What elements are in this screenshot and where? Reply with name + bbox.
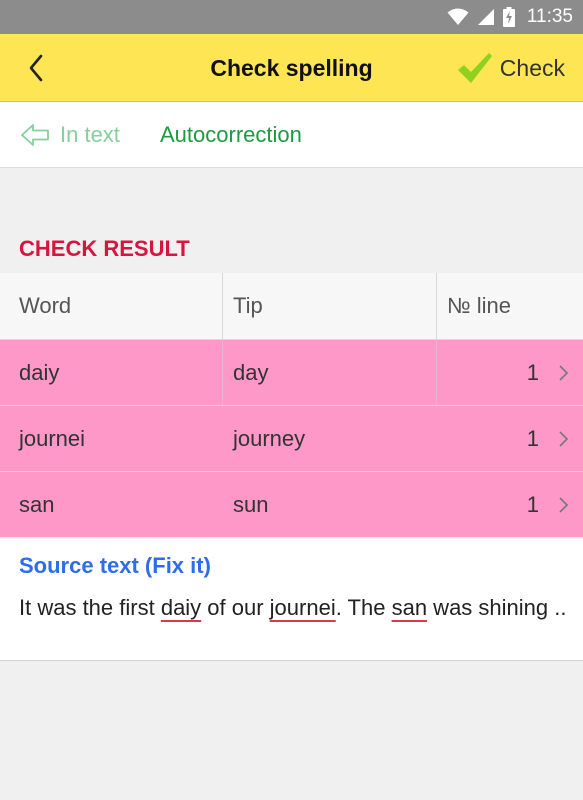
source-text-segment: . The (335, 595, 392, 620)
chevron-right-icon (559, 497, 569, 513)
source-text-panel: Source text (Fix it) It was the first da… (0, 539, 583, 661)
misspelled-word[interactable]: daiy (161, 595, 201, 620)
row-tip: journey (233, 425, 306, 451)
mode-tabs: In text Autocorrection (0, 102, 583, 168)
cell-signal-icon (477, 9, 494, 25)
check-button[interactable]: Check (456, 44, 565, 92)
status-bar: 11:35 (0, 0, 583, 34)
table-header: Word Tip № line (0, 273, 583, 339)
column-header-line: № line (447, 293, 511, 318)
app-toolbar: Check spelling Check (0, 34, 583, 102)
source-text-segment: was shining .. (427, 595, 567, 620)
tab-autocorrection[interactable]: Autocorrection (160, 114, 302, 156)
source-text-segment: It was the first (19, 595, 161, 620)
arrow-left-icon (21, 124, 49, 146)
column-header-tip: Tip (223, 273, 437, 339)
battery-charging-icon (502, 7, 515, 27)
tab-in-text-label: In text (60, 122, 120, 147)
misspelled-word[interactable]: journei (270, 595, 336, 620)
row-tip: sun (233, 491, 269, 517)
table-row[interactable]: san sun 1 (0, 471, 583, 537)
source-text-segment: of our (201, 595, 270, 620)
chevron-right-icon (559, 431, 569, 447)
check-result-title: CHECK RESULT (19, 236, 190, 261)
checkmark-icon (457, 53, 492, 83)
row-word: journei (19, 425, 86, 451)
row-tip: day (223, 340, 437, 405)
chevron-left-icon (29, 54, 43, 82)
status-time: 11:35 (526, 6, 573, 27)
row-word: daiy (0, 340, 223, 405)
misspelled-word[interactable]: san (392, 595, 427, 620)
table-row[interactable]: daiy day 1 (0, 339, 583, 405)
chevron-right-icon (559, 365, 569, 381)
results-table: Word Tip № line daiy day 1 journei journ… (0, 273, 583, 537)
wifi-icon (447, 8, 469, 25)
source-text-fix-link[interactable]: Source text (Fix it) (19, 553, 211, 579)
table-row[interactable]: journei journey 1 (0, 405, 583, 471)
row-word: san (19, 491, 55, 517)
column-header-word: Word (0, 273, 223, 339)
source-text[interactable]: It was the first daiy of our journei. Th… (19, 593, 569, 623)
status-icons: 11:35 (447, 0, 573, 34)
back-button[interactable] (16, 48, 56, 88)
tab-in-text[interactable]: In text (20, 114, 120, 156)
check-button-label: Check (499, 54, 565, 81)
